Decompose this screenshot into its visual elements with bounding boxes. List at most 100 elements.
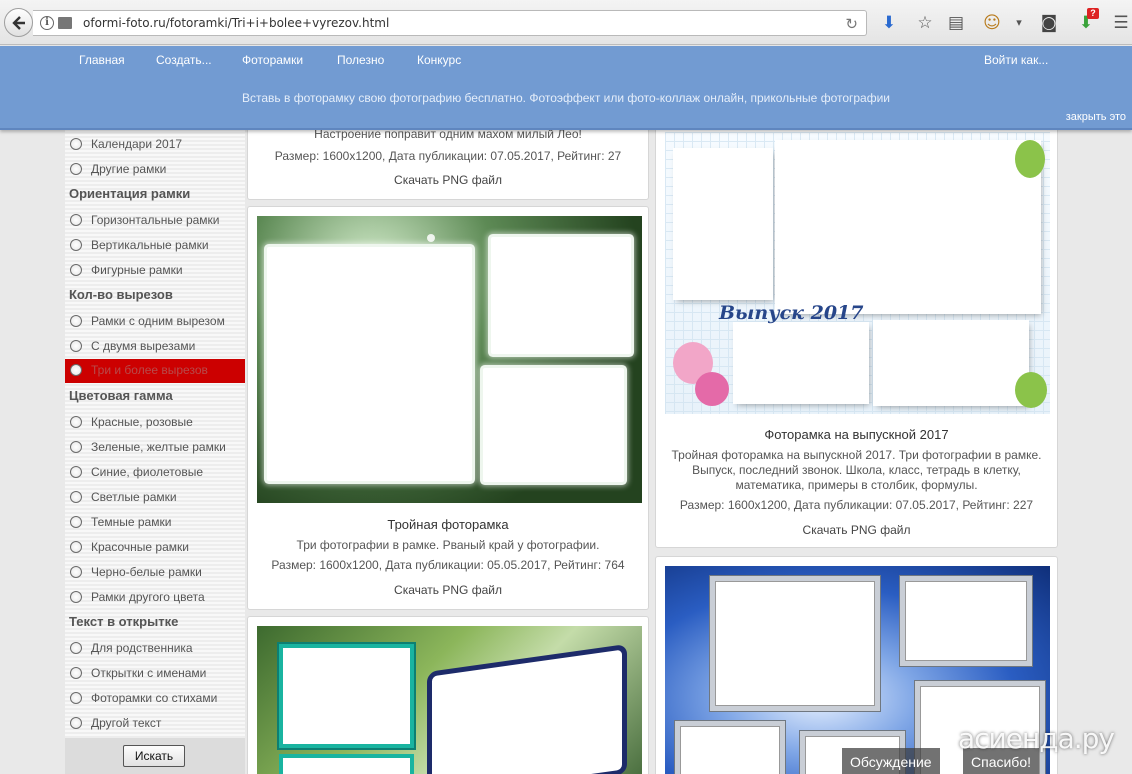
frame-card-triple: Тройная фоторамка Три фотографии в рамке… [247,206,649,610]
sidebar-heading-orientation: Ориентация рамки [69,186,191,201]
sidebar-item-relative[interactable]: Для родственника [65,637,245,661]
sidebar-item-green[interactable]: Зеленые, желтые рамки [65,436,245,460]
radio-icon[interactable] [70,138,82,150]
sidebar-item-label: Фоторамки со стихами [91,691,218,705]
search-button[interactable]: Искать [123,745,185,767]
info-icon[interactable]: i [40,16,54,30]
radio-icon[interactable] [70,239,82,251]
nav-home[interactable]: Главная [79,53,125,67]
radio-icon[interactable] [70,315,82,327]
sidebar-item-other-text[interactable]: Другой текст [65,712,245,736]
search-area: Искать [65,738,245,774]
card-meta: Размер: 1600x1200, Дата публикации: 07.0… [274,149,622,163]
card-description: Тройная фоторамка на выпускной 2017. Три… [671,448,1042,492]
addon-download-icon[interactable]: ⬇? [1075,8,1099,34]
sidebar-item-other-frames[interactable]: Другие рамки [65,158,245,182]
radio-icon[interactable] [70,214,82,226]
card-title[interactable]: Фоторамка на выпускной 2017 [656,427,1057,442]
radio-icon[interactable] [70,566,82,578]
radio-icon[interactable] [70,717,82,729]
radio-icon[interactable] [70,491,82,503]
frame-card-graduation: Выпуск 2017 Фоторамка на выпускной 2017 … [655,118,1058,548]
frame-preview-image[interactable]: Выпуск 2017 [665,132,1050,414]
download-icon[interactable]: ⬇ [878,12,900,34]
sidebar-item-label: Зеленые, желтые рамки [91,440,226,454]
download-png-link[interactable]: Скачать PNG файл [248,583,648,597]
login-link[interactable]: Войти как... [984,53,1048,67]
radio-icon[interactable] [70,264,82,276]
back-arrow-icon [12,16,25,30]
url-text[interactable]: oformi-foto.ru/fotoramki/Tri+i+bolee+vyr… [83,16,389,30]
sidebar-item-one-cutout[interactable]: Рамки с одним вырезом [65,310,245,334]
sidebar-item-three-plus-cutouts[interactable]: Три и более вырезов [65,359,245,383]
nav-useful[interactable]: Полезно [337,53,384,67]
sidebar-item-figured[interactable]: Фигурные рамки [65,259,245,283]
sidebar-item-label: Красные, розовые [91,415,193,429]
sidebar-item-label: Фигурные рамки [91,263,183,277]
menu-icon[interactable]: ☰ [1110,12,1132,34]
discuss-button[interactable]: Обсуждение [842,748,940,774]
sidebar-item-red[interactable]: Красные, розовые [65,411,245,435]
reading-list-icon[interactable]: ▤ [945,12,967,34]
sidebar-item-names[interactable]: Открытки с именами [65,662,245,686]
sidebar-item-blue[interactable]: Синие, фиолетовые [65,461,245,485]
radio-icon[interactable] [70,692,82,704]
radio-icon[interactable] [70,591,82,603]
card-description: Три фотографии в рамке. Рваный край у фо… [296,538,600,552]
sidebar-item-dark[interactable]: Темные рамки [65,511,245,535]
radio-icon[interactable] [70,642,82,654]
frame-preview-image[interactable] [257,216,642,503]
sidebar-item-label: Открытки с именами [91,666,207,680]
download-png-link[interactable]: Скачать PNG файл [656,523,1057,537]
sidebar-item-other-color[interactable]: Рамки другого цвета [65,586,245,610]
sidebar-item-label: Красочные рамки [91,540,189,554]
sidebar-item-calendars[interactable]: Календари 2017 [65,133,245,157]
site-header: Главная Создать... Фоторамки Полезно Кон… [0,46,1132,130]
sidebar-item-two-cutouts[interactable]: С двумя вырезами [65,335,245,359]
nav-contest[interactable]: Конкурс [417,53,461,67]
sidebar-item-label: Рамки с одним вырезом [91,314,225,328]
page-icon [58,17,72,29]
sidebar-item-label: С двумя вырезами [91,339,196,353]
radio-icon[interactable] [70,441,82,453]
back-button[interactable] [4,8,33,37]
nav-create[interactable]: Создать... [156,53,212,67]
close-link[interactable]: закрыть это [1066,111,1126,123]
nav-photoframes[interactable]: Фоторамки [242,53,303,67]
bookmark-star-icon[interactable]: ☆ [914,12,936,34]
card-meta: Размер: 1600x1200, Дата публикации: 05.0… [271,558,625,572]
sidebar-item-label: Темные рамки [91,515,172,529]
radio-icon[interactable] [70,466,82,478]
sidebar-item-label: Календари 2017 [91,137,183,151]
extension-face-icon[interactable]: ☺ [981,12,1003,34]
sidebar-item-poems[interactable]: Фоторамки со стихами [65,687,245,711]
frame-card-next-left [247,616,649,774]
sidebar-item-horizontal[interactable]: Горизонтальные рамки [65,209,245,233]
pocket-icon[interactable]: ◙ [1038,12,1060,34]
sidebar-item-label: Для родственника [91,641,193,655]
sidebar-item-light[interactable]: Светлые рамки [65,486,245,510]
sidebar-item-label: Три и более вырезов [91,363,208,377]
sidebar-heading-color: Цветовая гамма [69,388,173,403]
radio-icon[interactable] [70,340,82,352]
radio-icon[interactable] [70,416,82,428]
radio-icon[interactable] [70,541,82,553]
sidebar-item-vertical[interactable]: Вертикальные рамки [65,234,245,258]
notification-badge: ? [1087,8,1099,19]
sidebar-item-bw[interactable]: Черно-белые рамки [65,561,245,585]
radio-icon[interactable] [70,516,82,528]
sidebar-item-colorful[interactable]: Красочные рамки [65,536,245,560]
radio-icon[interactable] [70,364,82,376]
radio-icon[interactable] [70,163,82,175]
address-bar[interactable]: i oformi-foto.ru/fotoramki/Tri+i+bolee+v… [33,10,867,36]
sidebar: Календари 2017 Другие рамки Ориентация р… [65,130,245,774]
card-title[interactable]: Тройная фоторамка [248,517,648,532]
reload-icon[interactable]: ↻ [845,15,858,33]
chevron-down-icon[interactable]: ▾ [1008,12,1030,34]
download-png-link[interactable]: Скачать PNG файл [248,173,648,187]
radio-icon[interactable] [70,667,82,679]
site-tagline: Вставь в фоторамку свою фотографию беспл… [241,91,891,105]
site-watermark: асиенда.ру [957,722,1115,755]
frame-preview-image[interactable] [257,626,642,774]
graduation-image-text: Выпуск 2017 [719,302,864,324]
